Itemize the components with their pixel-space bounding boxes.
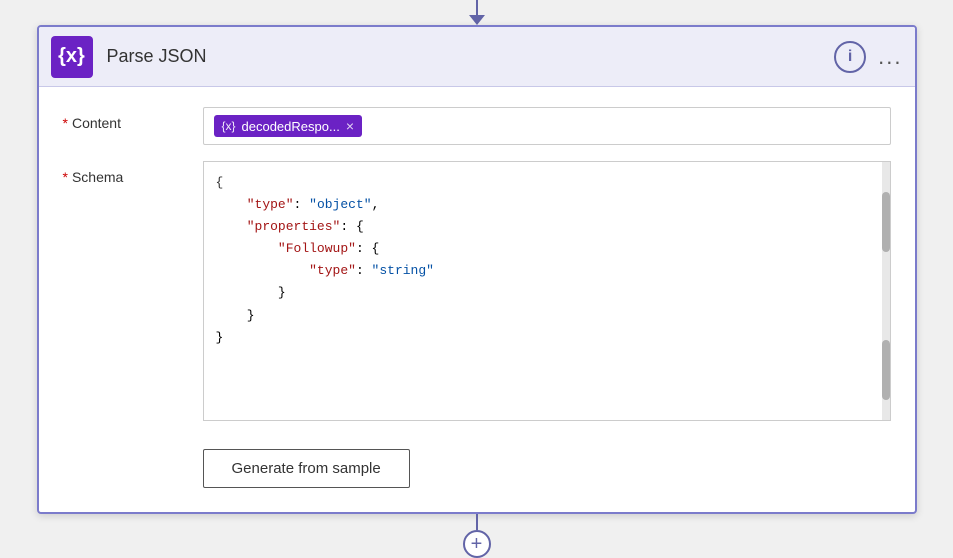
connector-arrow-icon (469, 15, 485, 25)
json-line-5: "type": "string" (216, 260, 878, 282)
content-required-star: * (63, 115, 68, 131)
schema-required-star: * (63, 169, 68, 185)
content-field-row: *Content {x} decodedRespo... × (63, 107, 891, 145)
json-line-6: } (216, 282, 878, 304)
schema-json-editor[interactable]: { "type": "object", "properties": { "Fol… (203, 161, 891, 421)
parse-json-card: {x} Parse JSON i ... *Content {x} deco (37, 25, 917, 514)
more-options-button[interactable]: ... (878, 44, 902, 70)
card-body: *Content {x} decodedRespo... × *Schema (39, 87, 915, 512)
json-line-3: "properties": { (216, 216, 878, 238)
generate-from-sample-button[interactable]: Generate from sample (203, 449, 410, 488)
info-button[interactable]: i (834, 41, 866, 73)
content-label: *Content (63, 107, 203, 131)
add-step-button[interactable]: + (463, 530, 491, 558)
json-line-8: } (216, 327, 878, 349)
schema-control[interactable]: { "type": "object", "properties": { "Fol… (203, 161, 891, 421)
card-header: {x} Parse JSON i ... (39, 27, 915, 87)
content-token-input[interactable]: {x} decodedRespo... × (203, 107, 891, 145)
card-title: Parse JSON (107, 46, 835, 67)
plus-icon: + (471, 533, 483, 556)
json-line-1: { (216, 172, 878, 194)
schema-label: *Schema (63, 161, 203, 185)
scrollbar-thumb-top[interactable] (882, 192, 890, 252)
header-icon: {x} (58, 45, 85, 68)
connector-line-top (476, 0, 478, 15)
workflow-container: {x} Parse JSON i ... *Content {x} deco (37, 0, 917, 558)
token-text: decodedRespo... (242, 119, 340, 134)
scrollbar-thumb-bottom[interactable] (882, 340, 890, 400)
header-icon-box: {x} (51, 36, 93, 78)
schema-field-row: *Schema { "type": "object", "properties"… (63, 161, 891, 421)
connector-line-bottom (476, 514, 478, 530)
decoded-response-token[interactable]: {x} decodedRespo... × (214, 115, 363, 137)
json-line-4: "Followup": { (216, 238, 878, 260)
header-actions: i ... (834, 41, 902, 73)
token-icon: {x} (222, 119, 236, 133)
scrollbar-track (882, 162, 890, 420)
connector-top (469, 0, 485, 25)
json-line-7: } (216, 305, 878, 327)
json-line-2: "type": "object", (216, 194, 878, 216)
generate-btn-wrapper: Generate from sample (63, 437, 891, 488)
token-close-button[interactable]: × (346, 118, 354, 134)
content-control[interactable]: {x} decodedRespo... × (203, 107, 891, 145)
connector-bottom: + (463, 514, 491, 558)
